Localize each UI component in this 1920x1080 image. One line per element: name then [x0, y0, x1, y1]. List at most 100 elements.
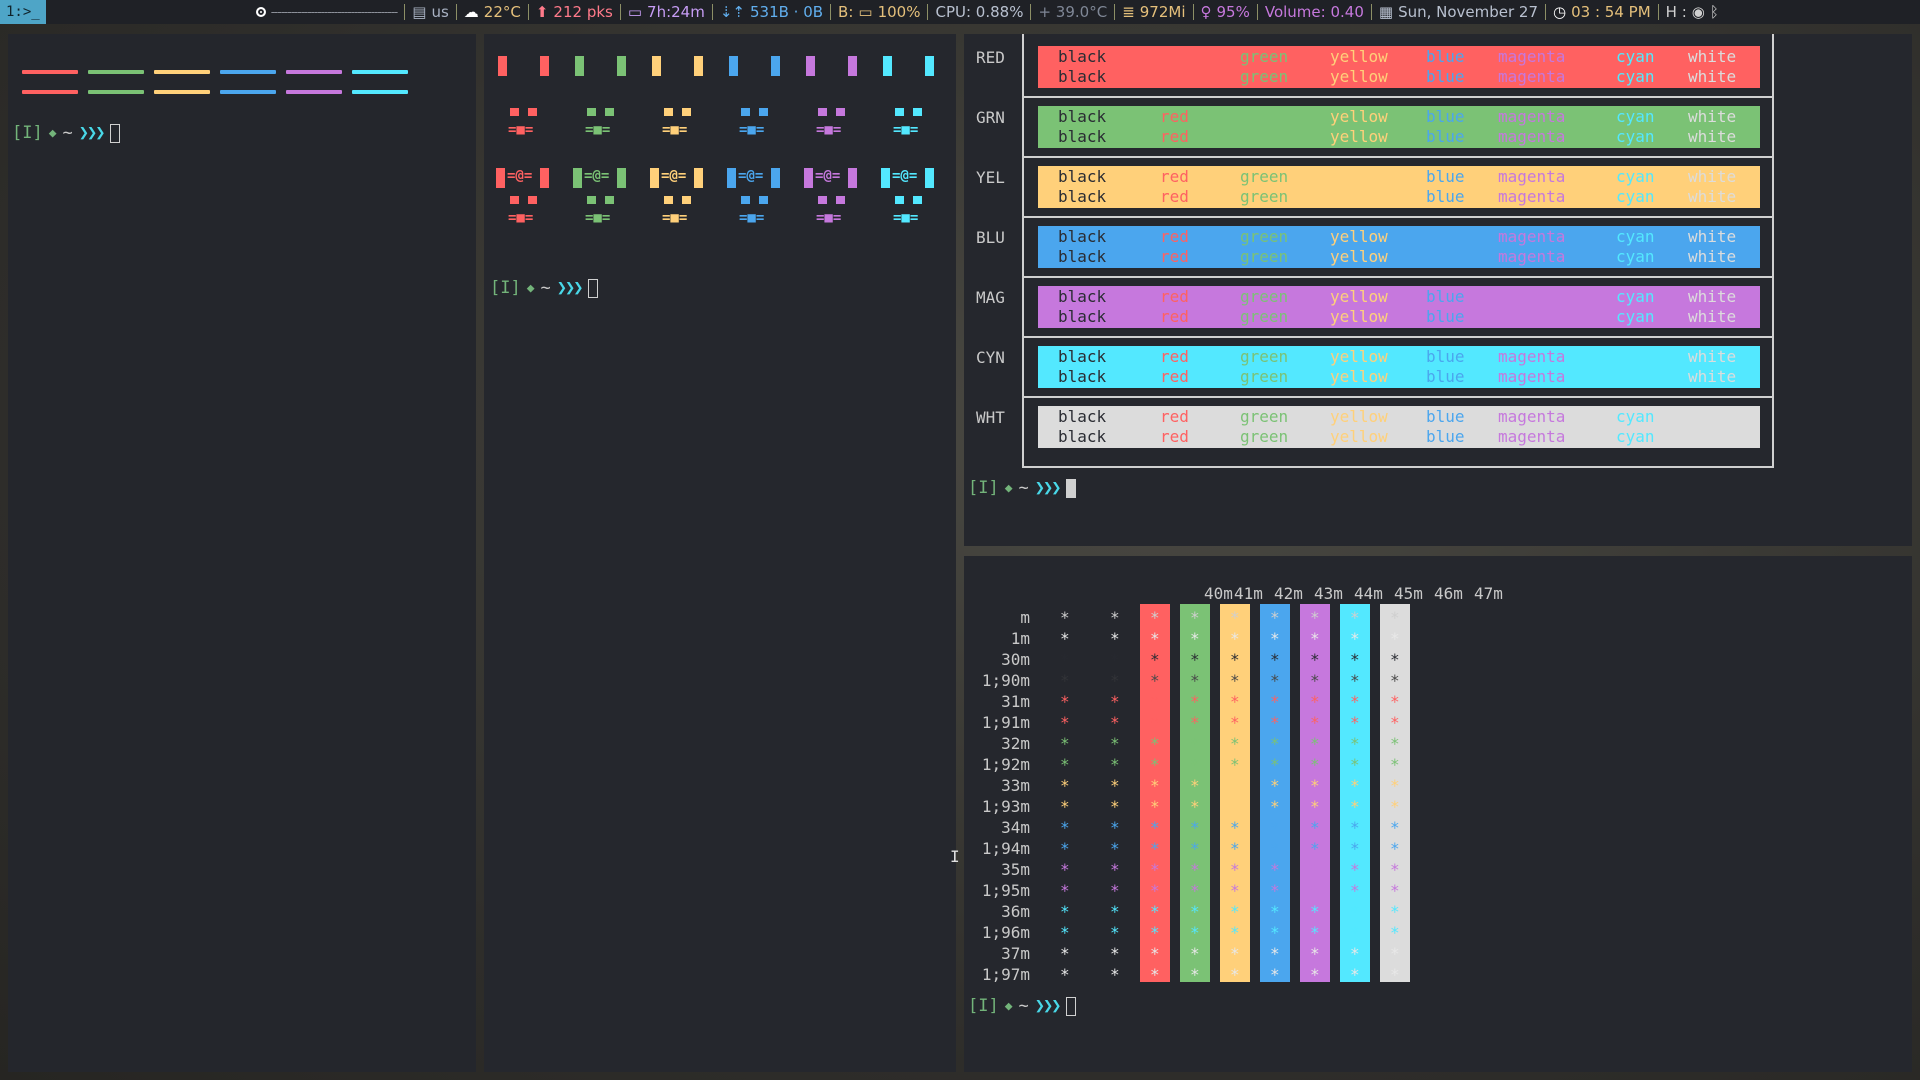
star-glyph: *	[1310, 860, 1320, 879]
row-label: 33m	[1001, 776, 1030, 795]
star-glyph: *	[1060, 797, 1070, 816]
color-block	[587, 196, 596, 204]
shell-prompt[interactable]: [I] ◆ ~ ❯❯❯	[968, 996, 1076, 1016]
color-word: white	[1688, 307, 1737, 326]
column-header: 45m	[1394, 584, 1423, 603]
column-header: 47m	[1474, 584, 1503, 603]
color-word: white	[1688, 247, 1737, 266]
uptime: 7h:24m	[647, 3, 705, 21]
star-glyph: *	[1270, 692, 1280, 711]
star-glyph: *	[1270, 839, 1280, 858]
star-glyph: *	[1150, 860, 1160, 879]
star-glyph: *	[1390, 944, 1400, 963]
star-glyph: *	[1310, 923, 1320, 942]
battery-prefix: B:	[838, 3, 854, 21]
color-word: yellow	[1330, 67, 1388, 86]
color-word: blue	[1426, 67, 1465, 86]
color-word: green	[1240, 347, 1289, 366]
workspace-indicator[interactable]: 1:>_	[0, 0, 46, 24]
color-word: cyan	[1616, 127, 1655, 146]
star-glyph: *	[1190, 671, 1200, 690]
star-glyph: *	[1270, 734, 1280, 753]
color-word: red	[1160, 127, 1189, 146]
terminal-pane-4[interactable]: 40m 41m 42m 43m 44m 45m 46m 47m m * * * * * * * * * 1m * * * *…	[964, 556, 1912, 1072]
star-glyph: *	[1190, 818, 1200, 837]
star-glyph: *	[1230, 797, 1240, 816]
color-word: white	[1688, 367, 1737, 386]
color-block	[540, 56, 549, 76]
memory-icon: ≣	[1122, 3, 1135, 21]
star-glyph: *	[1390, 608, 1400, 627]
star-glyph: *	[1230, 776, 1240, 795]
terminal-pane-3[interactable]: RED black red green yellow blue magenta cyan whi…	[964, 34, 1912, 546]
color-block	[650, 168, 659, 188]
star-glyph: *	[1230, 608, 1240, 627]
shell-prompt[interactable]: [I] ◆ ~ ❯❯❯	[490, 278, 598, 298]
color-word: black	[1058, 47, 1107, 66]
memory-usage: 972Mi	[1139, 3, 1186, 21]
star-glyph: *	[1110, 671, 1120, 690]
color-word: yellow	[1330, 247, 1388, 266]
star-glyph: *	[1060, 818, 1070, 837]
color-block	[741, 108, 750, 116]
star-glyph: *	[1310, 629, 1320, 648]
row-label: 36m	[1001, 902, 1030, 921]
color-block	[528, 196, 537, 204]
color-word: cyan	[1616, 67, 1655, 86]
color-block	[895, 108, 904, 116]
star-glyph: *	[1150, 881, 1160, 900]
star-glyph: *	[1060, 650, 1070, 669]
diamond-icon: ◆	[1004, 998, 1013, 1014]
row-label: 1;96m	[981, 923, 1030, 942]
color-word: white	[1688, 347, 1737, 366]
text-cursor	[587, 278, 598, 298]
color-block	[664, 196, 673, 204]
record-icon[interactable]	[255, 7, 266, 17]
star-glyph: *	[1310, 839, 1320, 858]
star-glyph: *	[1150, 797, 1160, 816]
star-glyph: *	[1270, 881, 1280, 900]
star-glyph: *	[1150, 671, 1160, 690]
color-bar: blackredgreenyellowbluemagentacyanwhiteb…	[1038, 346, 1760, 388]
color-lines-row-2	[22, 90, 408, 94]
bluetooth-icon[interactable]: ᛒ	[1710, 3, 1719, 21]
terminal-pane-1[interactable]: [I] ◆ ~ ❯❯❯	[8, 34, 476, 1072]
color-word: white	[1688, 427, 1737, 446]
star-glyph: *	[1150, 692, 1160, 711]
star-glyph: *	[1270, 713, 1280, 732]
star-glyph: *	[1310, 902, 1320, 921]
star-glyph: *	[1190, 608, 1200, 627]
face-center: =@=	[892, 168, 918, 184]
star-glyph: *	[1390, 923, 1400, 942]
color-word: black	[1058, 287, 1107, 306]
star-glyph: *	[1230, 629, 1240, 648]
shell-prompt[interactable]: [I] ◆ ~ ❯❯❯	[12, 123, 120, 143]
star-glyph: *	[1310, 776, 1320, 795]
color-word: blue	[1426, 127, 1465, 146]
color-word: blue	[1426, 187, 1465, 206]
star-glyph: *	[1310, 944, 1320, 963]
color-word: black	[1058, 367, 1107, 386]
star-glyph: *	[1060, 944, 1070, 963]
star-glyph: *	[1270, 965, 1280, 984]
color-line	[286, 70, 342, 74]
shell-prompt[interactable]: [I] ◆ ~ ❯❯❯	[968, 478, 1076, 498]
color-block	[587, 108, 596, 116]
color-word: yellow	[1330, 107, 1388, 126]
row-divider	[1022, 276, 1774, 278]
color-block	[617, 168, 626, 188]
star-glyph: *	[1270, 797, 1280, 816]
color-line	[88, 70, 144, 74]
color-line	[286, 90, 342, 94]
color-word: cyan	[1616, 247, 1655, 266]
cwd: ~	[1018, 996, 1029, 1016]
terminal-pane-2[interactable]: =■= =@= =■= =■= =@= =■= =■= =@= =■= =■= =@= =■= =■= =…	[484, 34, 956, 1072]
color-block	[729, 56, 738, 76]
star-glyph: *	[1190, 797, 1200, 816]
color-word: yellow	[1330, 427, 1388, 446]
color-block	[741, 196, 750, 204]
star-glyph: *	[1230, 902, 1240, 921]
diamond-icon: ◆	[1004, 480, 1013, 496]
star-glyph: *	[1150, 713, 1160, 732]
volume-level[interactable]: Volume: 0.40	[1265, 3, 1364, 21]
